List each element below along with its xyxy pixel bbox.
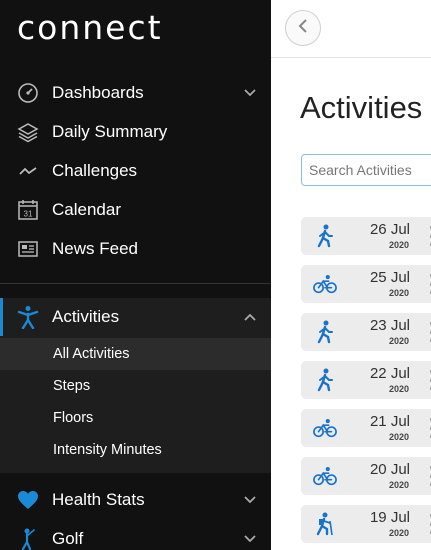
activity-date: 21 Jul: [369, 413, 410, 430]
sidebar-item-label: Dashboards: [52, 83, 144, 102]
sidebar-item-label: News Feed: [52, 239, 138, 258]
newspaper-icon: [17, 238, 39, 260]
activity-year: 2020: [388, 528, 409, 538]
activity-row[interactable]: 21 Jul 2020: [301, 409, 431, 447]
top-bar: [271, 0, 431, 58]
activity-date: 22 Jul: [369, 365, 410, 382]
activity-year: 2020: [388, 240, 409, 250]
activity-date: 19 Jul: [369, 509, 410, 526]
activity-date: 26 Jul: [369, 221, 410, 238]
calendar-icon: 31: [17, 199, 39, 221]
walking-icon: [313, 320, 337, 344]
sidebar-subitem-label: Intensity Minutes: [53, 442, 162, 458]
sidebar-item-label: Calendar: [52, 200, 121, 219]
activity-year: 2020: [388, 288, 409, 298]
gauge-icon: [17, 82, 39, 104]
sidebar-subitem-floors[interactable]: Floors: [0, 402, 271, 434]
sidebar-divider: [0, 283, 271, 284]
running-person-icon: [17, 306, 39, 329]
sidebar-subitem-label: Steps: [53, 378, 91, 394]
cycling-icon: [313, 273, 337, 295]
activity-year: 2020: [388, 432, 409, 442]
challenge-icon: [17, 160, 39, 182]
chevron-left-icon: [298, 18, 308, 38]
collapse-sidebar-button[interactable]: [285, 10, 321, 46]
golfer-icon: [17, 528, 39, 550]
main-content: Activities 26 Jul 2020 25 Jul 2020 23 Jul 202…: [271, 0, 431, 550]
chevron-up-icon[interactable]: [243, 310, 257, 324]
walking-icon: [313, 368, 337, 392]
sidebar-item-daily-summary[interactable]: Daily Summary: [0, 113, 271, 151]
activity-year: 2020: [388, 384, 409, 394]
connect-logo[interactable]: connect: [17, 8, 163, 47]
chevron-down-icon[interactable]: [243, 493, 257, 507]
sidebar-item-label: Daily Summary: [52, 122, 168, 141]
activities-section: Activities All Activities Steps Floors I…: [0, 298, 271, 473]
sidebar-item-label: Health Stats: [52, 490, 145, 509]
sidebar: connect Dashboards Daily Summary Challen…: [0, 0, 271, 550]
activity-date: 20 Jul: [369, 461, 410, 478]
layers-icon: [17, 121, 39, 143]
heart-icon: [17, 489, 39, 511]
activity-row[interactable]: 19 Jul 2020: [301, 505, 431, 543]
chevron-down-icon[interactable]: [243, 86, 257, 100]
sidebar-item-news-feed[interactable]: News Feed: [0, 230, 271, 268]
walking-icon: [313, 224, 337, 248]
search-input[interactable]: [301, 154, 431, 186]
sidebar-item-label: Activities: [52, 307, 120, 326]
activity-date: 25 Jul: [369, 269, 410, 286]
sidebar-item-calendar[interactable]: 31 Calendar: [0, 191, 271, 229]
sidebar-subitem-label: All Activities: [53, 346, 130, 362]
activity-date: 23 Jul: [369, 317, 410, 334]
activity-row[interactable]: 25 Jul 2020: [301, 265, 431, 303]
sidebar-item-dashboards[interactable]: Dashboards: [0, 74, 271, 112]
sidebar-item-label: Golf: [52, 529, 84, 548]
sidebar-item-activities[interactable]: Activities: [0, 298, 271, 336]
activity-row[interactable]: 26 Jul 2020: [301, 217, 431, 255]
cycling-icon: [313, 465, 337, 487]
activity-row[interactable]: 22 Jul 2020: [301, 361, 431, 399]
activity-row[interactable]: 20 Jul 2020: [301, 457, 431, 495]
sidebar-subitem-steps[interactable]: Steps: [0, 370, 271, 402]
sidebar-subitem-label: Floors: [53, 410, 94, 426]
activity-year: 2020: [388, 480, 409, 490]
calendar-day-number: 31: [24, 210, 33, 219]
activity-row[interactable]: 23 Jul 2020: [301, 313, 431, 351]
page-title: Activities: [300, 90, 423, 125]
cycling-icon: [313, 417, 337, 439]
sidebar-item-label: Challenges: [52, 161, 138, 180]
sidebar-item-health-stats[interactable]: Health Stats: [0, 481, 271, 519]
hiking-icon: [313, 512, 337, 536]
sidebar-item-challenges[interactable]: Challenges: [0, 152, 271, 190]
sidebar-subitem-intensity-minutes[interactable]: Intensity Minutes: [0, 434, 271, 466]
activity-year: 2020: [388, 336, 409, 346]
chevron-down-icon[interactable]: [243, 532, 257, 546]
sidebar-subitem-all-activities[interactable]: All Activities: [0, 338, 271, 370]
sidebar-item-golf[interactable]: Golf: [0, 520, 271, 550]
